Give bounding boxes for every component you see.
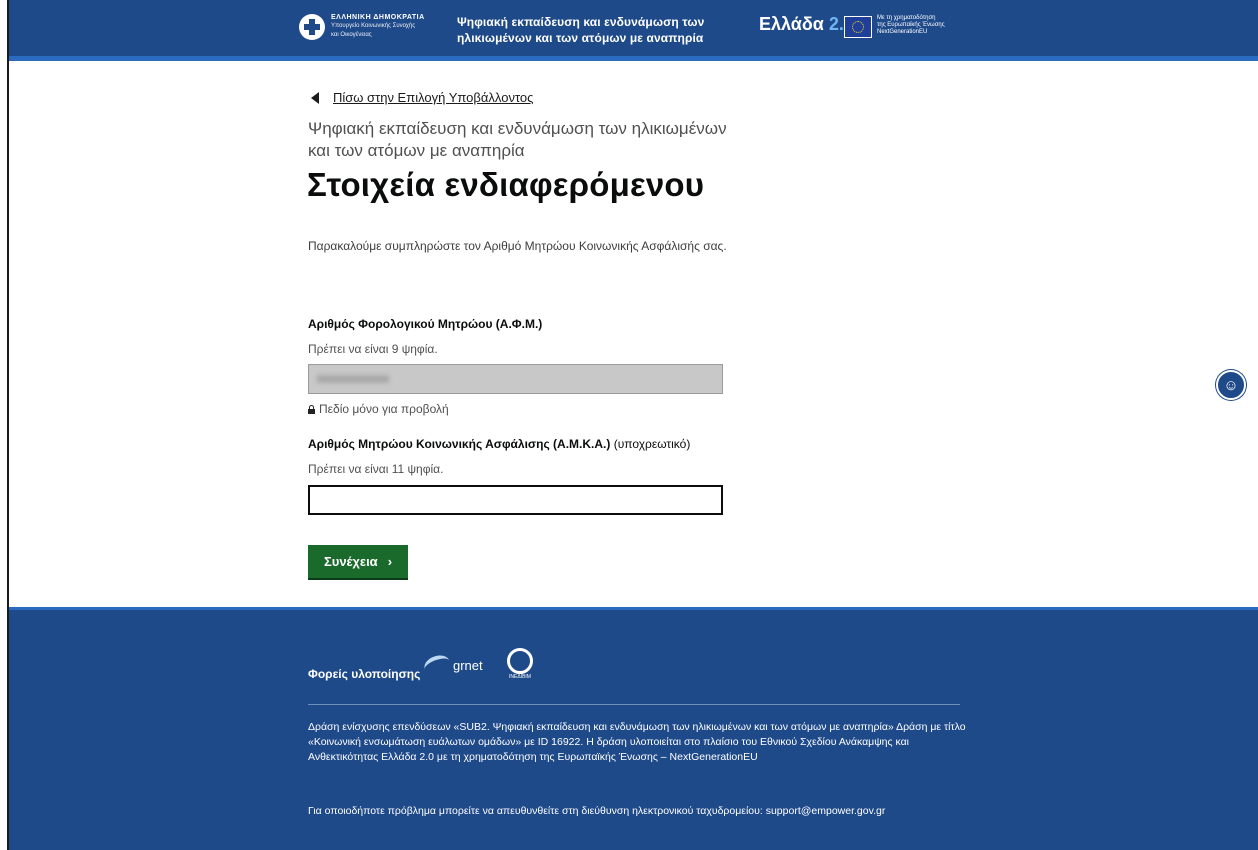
header-title-line-1: Ψηφιακή εκπαίδευση και ενδυνάμωση των — [457, 15, 705, 29]
eu-funding-text: Με τη χρηματοδότηση της Ευρωπαϊκής Ένωση… — [877, 15, 945, 36]
chevron-right-icon: › — [387, 554, 393, 569]
header-title-line-2: ηλικιωμένων και των ατόμων με αναπηρία — [457, 31, 704, 45]
implementers-label: Φορείς υλοποίησης — [308, 667, 421, 681]
eu-line-1: Με τη χρηματοδότηση — [877, 15, 936, 21]
inedivim-logo[interactable]: INEΔΙΒΙΜ — [500, 648, 540, 688]
inedivim-text: INEΔΙΒΙΜ — [509, 674, 531, 680]
amka-label-text: Αριθμός Μητρώου Κοινωνικής Ασφάλισης (Α.… — [308, 437, 611, 451]
afm-label: Αριθμός Φορολογικού Μητρώου (Α.Φ.Μ.) — [308, 317, 543, 331]
readonly-note-text: Πεδίο μόνο για προβολή — [319, 402, 449, 416]
header-title: Ψηφιακή εκπαίδευση και ενδυνάμωση των ηλ… — [457, 14, 704, 46]
greek-emblem-icon — [299, 13, 325, 40]
continue-button-label: Συνέχεια — [323, 554, 378, 569]
header-stripe — [9, 56, 1258, 61]
footer-contact-text: Για οποιοδήποτε πρόβλημα μπορείτε να απε… — [308, 805, 886, 817]
gov-line-1: ΕΛΛΗΝΙΚΗ ΔΗΜΟΚΡΑΤΙΑ — [331, 14, 425, 21]
page-title: Στοιχεία ενδιαφερόμενου — [307, 166, 705, 203]
eu-line-2: της Ευρωπαϊκής Ένωσης — [877, 22, 945, 28]
amka-hint: Πρέπει να είναι 11 ψηφία. — [308, 462, 444, 476]
grnet-logo[interactable]: grnet — [421, 652, 483, 678]
government-text: ΕΛΛΗΝΙΚΗ ΔΗΜΟΚΡΑΤΙΑ Υπουργείο Κοινωνικής… — [331, 13, 425, 40]
accessibility-icon[interactable]: ☺ — [1216, 370, 1246, 400]
eu-line-3: NextGenerationEU — [877, 29, 928, 35]
greece-2-0-word: Ελλάδα — [759, 14, 824, 34]
greece-2-0-logo: Ελλάδα 2.0 — [759, 14, 854, 35]
back-arrow-icon — [311, 91, 319, 104]
amka-required-note: (υποχρεωτικό) — [613, 437, 691, 451]
service-caption: Ψηφιακή εκπαίδευση και ενδυνάμωση των ηλ… — [308, 119, 727, 160]
afm-hint: Πρέπει να είναι 9 ψηφία. — [308, 342, 438, 356]
lock-icon — [308, 404, 315, 414]
back-navigation[interactable]: Πίσω στην Επιλογή Υποβάλλοντος — [311, 90, 533, 105]
footer-divider — [308, 704, 960, 705]
afm-value-redacted — [317, 375, 389, 383]
government-logo[interactable]: ΕΛΛΗΝΙΚΗ ΔΗΜΟΚΡΑΤΙΑ Υπουργείο Κοινωνικής… — [299, 13, 425, 40]
amka-input[interactable] — [308, 485, 723, 515]
continue-button[interactable]: Συνέχεια › — [308, 545, 408, 578]
inedivim-emblem-icon — [507, 648, 533, 674]
intro-text: Παρακαλούμε συμπληρώστε τον Αριθμό Μητρώ… — [308, 239, 727, 253]
amka-label: Αριθμός Μητρώου Κοινωνικής Ασφάλισης (Α.… — [308, 437, 690, 451]
footer-funding-text: Δράση ενίσχυσης επενδύσεων «SUB2. Ψηφιακ… — [308, 721, 966, 763]
afm-field — [308, 364, 723, 394]
gov-line-3: και Οικογένειας — [331, 32, 372, 38]
gov-line-2: Υπουργείο Κοινωνικής Συνοχής — [331, 23, 416, 29]
readonly-note: Πεδίο μόνο για προβολή — [308, 402, 449, 416]
eu-flag-icon — [844, 16, 872, 38]
grnet-text: grnet — [453, 657, 483, 673]
back-link[interactable]: Πίσω στην Επιλογή Υποβάλλοντος — [333, 90, 533, 105]
